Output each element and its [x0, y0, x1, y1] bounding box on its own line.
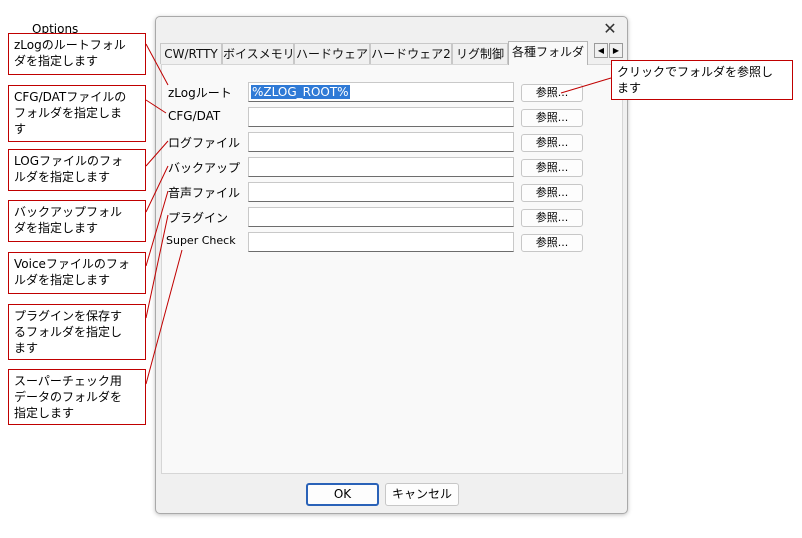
callout-text: クリックでフォルダを参照し	[617, 65, 774, 79]
callout-plugin: プラグインを保存す るフォルダを指定し ます	[8, 304, 146, 360]
callout-text: zLogのルートフォル	[14, 38, 126, 52]
connector-zlog-root	[145, 43, 169, 86]
connector-log	[145, 140, 169, 167]
callout-text: プラグインを保存す	[14, 309, 123, 323]
callout-text: LOGファイルのフォ	[14, 154, 124, 168]
callout-backup: バックアップフォル ダを指定します	[8, 200, 146, 242]
callout-text: Voiceファイルのフォ	[14, 257, 130, 271]
callout-text: バックアップフォル	[14, 205, 123, 219]
callout-text: 指定します	[14, 406, 75, 420]
connector-plugin	[145, 214, 169, 319]
callout-text: す	[14, 122, 27, 136]
callout-text: CFG/DATファイルの	[14, 90, 127, 104]
callout-text: ます	[617, 81, 642, 95]
connector-browse	[560, 77, 612, 94]
tab-folders[interactable]: 各種フォルダ	[508, 41, 588, 65]
callout-text: ダを指定します	[14, 221, 99, 235]
callout-zlog-root: zLogのルートフォル ダを指定します	[8, 33, 146, 75]
connector-cfg-dat	[145, 99, 167, 114]
callout-text: ます	[14, 341, 39, 355]
callout-text: フォルダを指定しま	[14, 106, 123, 120]
callout-text: るフォルダを指定し	[14, 325, 123, 339]
callout-super-check: スーパーチェック用 データのフォルダを 指定します	[8, 369, 146, 425]
connector-backup	[145, 165, 169, 213]
connector-super-check	[145, 249, 183, 385]
callout-text: データのフォルダを	[14, 390, 123, 404]
callout-voice: Voiceファイルのフォ ルダを指定します	[8, 252, 146, 294]
callout-text: スーパーチェック用	[14, 374, 122, 388]
callout-log: LOGファイルのフォ ルダを指定します	[8, 149, 146, 191]
callout-text: ルダを指定します	[14, 170, 111, 184]
callout-text: ダを指定します	[14, 54, 99, 68]
callout-text: ルダを指定します	[14, 273, 111, 287]
callout-browse: クリックでフォルダを参照し ます	[611, 60, 793, 100]
callout-cfg-dat: CFG/DATファイルの フォルダを指定しま す	[8, 85, 146, 142]
